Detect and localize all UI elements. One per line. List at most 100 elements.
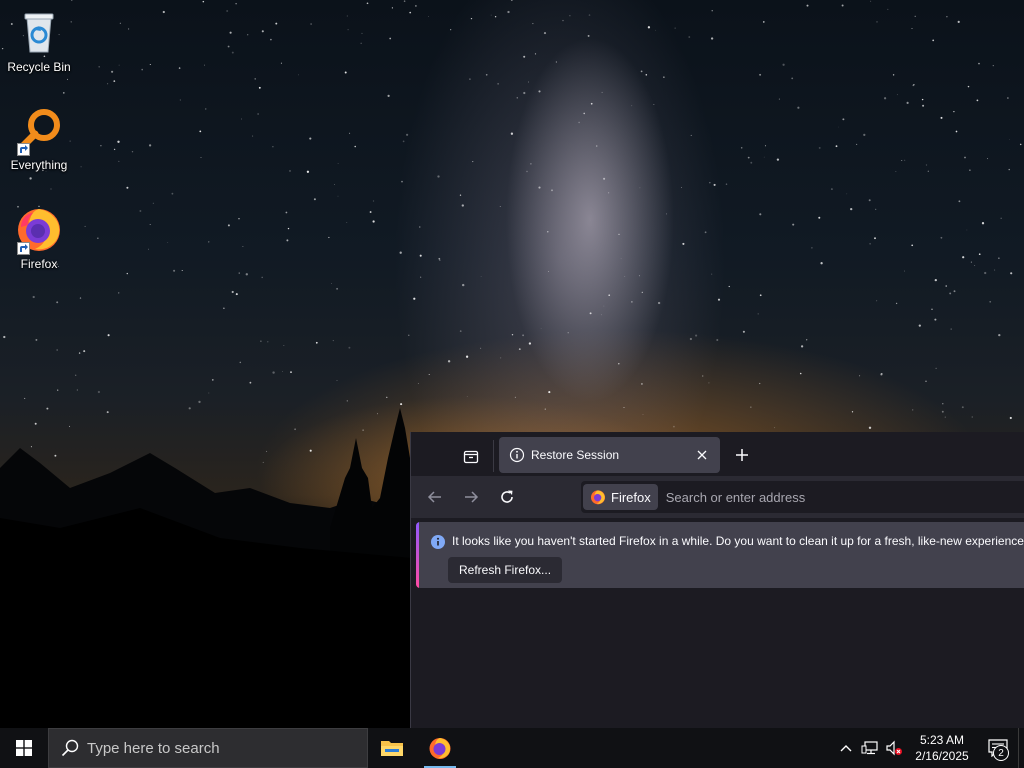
taskbar-file-explorer[interactable] — [368, 728, 416, 768]
star — [387, 94, 390, 98]
star — [480, 347, 482, 349]
desktop-icon-label: Everything — [10, 158, 68, 172]
identity-box[interactable]: Firefox — [583, 484, 658, 510]
folder-icon — [381, 741, 403, 756]
star — [459, 330, 462, 332]
star — [957, 20, 960, 24]
tab-close-button[interactable] — [690, 443, 714, 467]
star — [950, 328, 952, 330]
taskbar-clock[interactable]: 5:23 AM 2/16/2025 — [906, 732, 978, 764]
star — [970, 261, 972, 263]
star — [507, 10, 510, 14]
desktop-icon-recycle-bin[interactable]: Recycle Bin — [1, 8, 77, 74]
star — [702, 375, 704, 377]
desktop-icon-firefox[interactable]: Firefox — [1, 205, 77, 271]
star — [728, 285, 730, 288]
star — [620, 258, 622, 260]
star — [842, 118, 845, 121]
star — [639, 187, 641, 189]
star — [942, 403, 944, 405]
star — [57, 389, 59, 391]
star — [640, 70, 643, 73]
desktop-icon-everything[interactable]: Everything — [1, 106, 77, 172]
star — [543, 32, 547, 35]
recycle-bin-icon — [15, 8, 63, 56]
star — [419, 226, 421, 228]
address-input[interactable] — [665, 484, 1024, 510]
star — [949, 292, 952, 295]
star — [406, 133, 409, 136]
show-desktop-button[interactable] — [1018, 728, 1024, 768]
star — [689, 337, 693, 341]
star — [310, 23, 312, 25]
firefox-window: Restore Session Firefox Search or enter … — [410, 432, 1024, 728]
forward-button[interactable] — [455, 481, 487, 513]
star — [548, 391, 551, 394]
star — [532, 23, 534, 25]
reload-button[interactable] — [491, 481, 523, 513]
star — [725, 183, 728, 185]
star — [438, 257, 441, 260]
network-button[interactable] — [858, 728, 882, 768]
star — [499, 357, 502, 359]
star — [911, 27, 913, 30]
star — [328, 236, 330, 239]
system-tray: 5:23 AM 2/16/2025 2 — [834, 728, 1024, 768]
star — [208, 241, 210, 243]
url-bar[interactable]: Firefox — [581, 481, 1024, 513]
star — [921, 98, 924, 101]
star — [497, 83, 499, 85]
star — [337, 195, 339, 197]
star — [261, 30, 264, 33]
volume-button[interactable] — [882, 728, 906, 768]
star — [113, 148, 116, 151]
star — [447, 360, 451, 363]
star — [895, 171, 897, 172]
taskbar-firefox[interactable] — [416, 728, 464, 768]
star — [420, 276, 422, 278]
star — [763, 156, 765, 158]
show-hidden-icons-button[interactable] — [834, 728, 858, 768]
taskbar-search-box[interactable]: Type here to search — [48, 728, 368, 768]
star — [235, 293, 238, 296]
star — [863, 133, 866, 137]
star — [903, 270, 906, 272]
star — [80, 166, 82, 168]
back-button[interactable] — [419, 481, 451, 513]
star — [859, 375, 861, 377]
new-tab-button[interactable] — [729, 442, 755, 468]
star — [346, 222, 348, 223]
star — [538, 90, 541, 93]
star — [242, 246, 244, 248]
notification-message: It looks like you haven't started Firefo… — [452, 534, 1024, 548]
tab-restore-session[interactable]: Restore Session — [499, 437, 720, 473]
refresh-firefox-button[interactable]: Refresh Firefox... — [448, 557, 563, 583]
star — [567, 332, 569, 334]
star — [523, 55, 526, 58]
star — [945, 285, 947, 287]
start-button[interactable] — [0, 728, 48, 768]
star — [987, 158, 989, 160]
star — [450, 29, 452, 31]
star — [149, 63, 151, 66]
firefox-view-button[interactable] — [455, 440, 487, 472]
star — [401, 180, 403, 183]
star — [67, 78, 69, 80]
action-center-button[interactable]: 2 — [978, 728, 1018, 768]
star — [79, 297, 82, 299]
star — [638, 275, 640, 277]
star — [107, 334, 110, 337]
star — [953, 290, 956, 293]
star — [759, 382, 761, 385]
star — [118, 64, 120, 66]
star — [466, 396, 468, 397]
star — [516, 97, 518, 99]
star — [976, 99, 979, 102]
firefox-icon — [429, 738, 451, 759]
star — [932, 39, 935, 42]
star — [530, 163, 532, 165]
star — [896, 94, 898, 96]
star — [974, 264, 976, 266]
star — [806, 4, 809, 7]
star — [179, 99, 181, 101]
